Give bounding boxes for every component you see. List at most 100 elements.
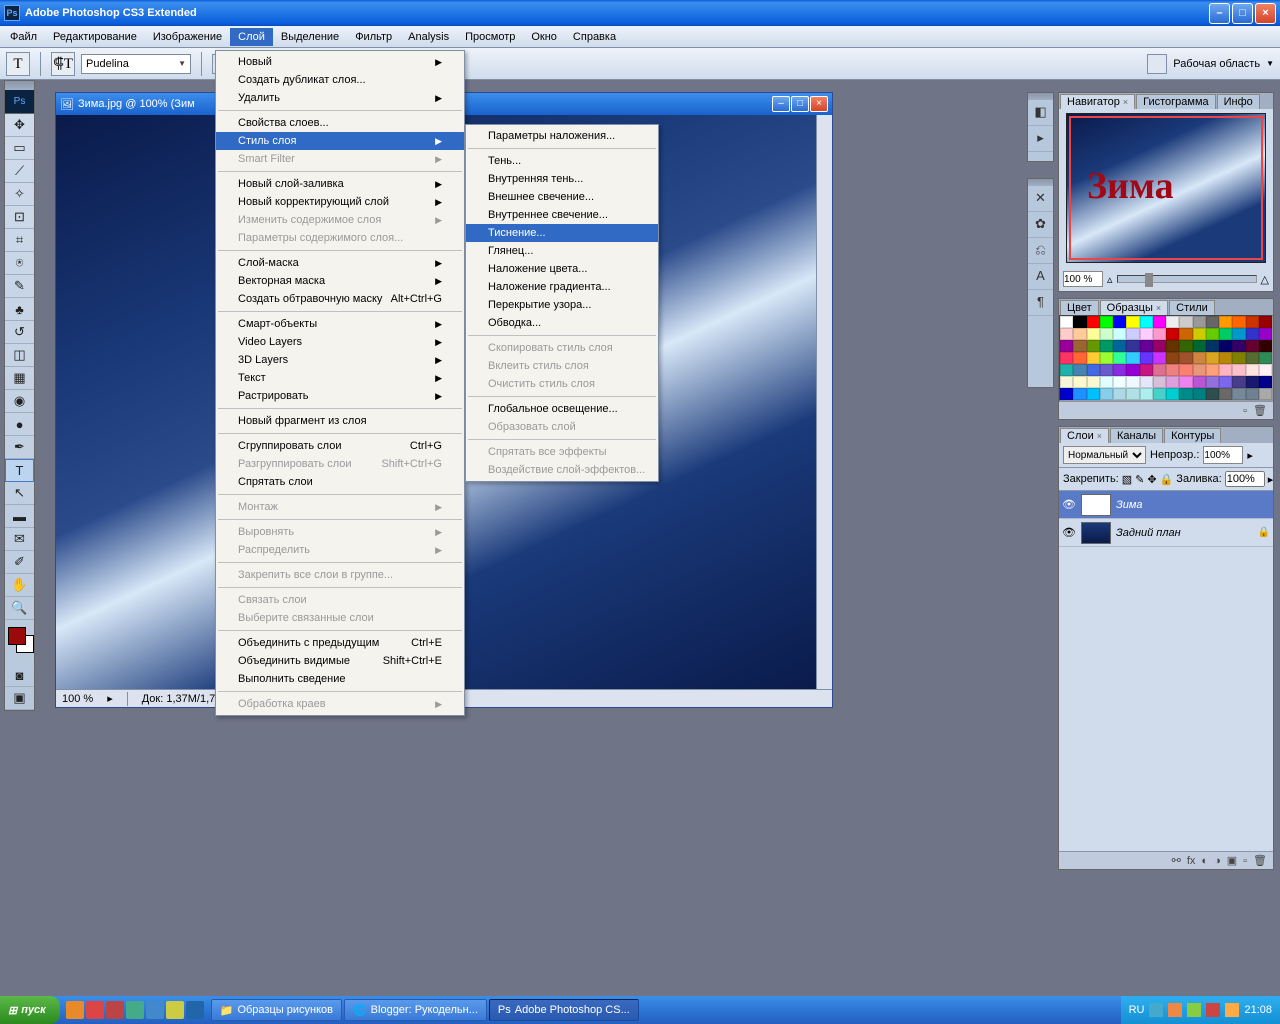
menu-item[interactable]: Сгруппировать слоиCtrl+G: [216, 437, 464, 455]
menu-item[interactable]: 3D Layers▶: [216, 351, 464, 369]
menu-item[interactable]: Наложение цвета...: [466, 260, 658, 278]
slice-tool[interactable]: ⌗: [5, 229, 34, 252]
swatch[interactable]: [1259, 328, 1272, 340]
magic-wand-tool[interactable]: ✧: [5, 183, 34, 206]
swatch[interactable]: [1219, 316, 1232, 328]
layer-thumbnail[interactable]: [1081, 522, 1111, 544]
layer-row[interactable]: 👁TЗима: [1059, 491, 1273, 519]
swatch[interactable]: [1246, 340, 1259, 352]
dock-icon[interactable]: ✿: [1028, 212, 1053, 238]
zoom-in-icon[interactable]: △: [1261, 273, 1269, 286]
swatch[interactable]: [1219, 388, 1232, 400]
menu-item[interactable]: Наложение градиента...: [466, 278, 658, 296]
layer-row[interactable]: 👁Задний план🔒: [1059, 519, 1273, 547]
swatch[interactable]: [1060, 316, 1073, 328]
swatch[interactable]: [1140, 352, 1153, 364]
swatch[interactable]: [1060, 352, 1073, 364]
panel-tab[interactable]: Инфо: [1217, 94, 1260, 109]
navigator-zoom-slider[interactable]: [1117, 275, 1257, 283]
adjustment-layer-button[interactable]: ◑: [1214, 855, 1221, 867]
menu-item[interactable]: Текст▶: [216, 369, 464, 387]
swatch[interactable]: [1259, 376, 1272, 388]
swatch[interactable]: [1179, 376, 1192, 388]
menu-item[interactable]: Тиснение...: [466, 224, 658, 242]
delete-layer-button[interactable]: 🗑: [1253, 854, 1267, 867]
swatch[interactable]: [1206, 388, 1219, 400]
tray-icon[interactable]: [1168, 1003, 1182, 1017]
swatch[interactable]: [1259, 388, 1272, 400]
menu-item[interactable]: Новый▶: [216, 53, 464, 71]
screenmode-toggle[interactable]: ▣: [5, 687, 34, 710]
swatch[interactable]: [1100, 352, 1113, 364]
swatch[interactable]: [1087, 352, 1100, 364]
panel-tab[interactable]: Слои×: [1060, 428, 1109, 443]
swatch[interactable]: [1232, 340, 1245, 352]
menu-item[interactable]: Параметры наложения...: [466, 127, 658, 145]
window-maximize-button[interactable]: □: [1232, 3, 1253, 24]
swatch[interactable]: [1126, 364, 1139, 376]
ql-icon[interactable]: [146, 1001, 164, 1019]
tray-icon[interactable]: [1187, 1003, 1201, 1017]
menu-item[interactable]: Новый фрагмент из слоя: [216, 412, 464, 430]
taskbar-button[interactable]: PsAdobe Photoshop CS...: [489, 999, 639, 1021]
swatch[interactable]: [1206, 340, 1219, 352]
swatch[interactable]: [1232, 316, 1245, 328]
lock-pixels-icon[interactable]: ✎: [1135, 473, 1144, 486]
menu-item[interactable]: Спрятать слои: [216, 473, 464, 491]
panel-tab[interactable]: Контуры: [1164, 428, 1221, 443]
swatch[interactable]: [1246, 388, 1259, 400]
swatch[interactable]: [1087, 364, 1100, 376]
swatch[interactable]: [1246, 376, 1259, 388]
quickmask-toggle[interactable]: ◙: [5, 664, 34, 687]
doc-maximize-button[interactable]: □: [791, 96, 809, 112]
menu-item[interactable]: Создать дубликат слоя...: [216, 71, 464, 89]
swatch[interactable]: [1246, 364, 1259, 376]
swatch[interactable]: [1153, 316, 1166, 328]
layer-name[interactable]: Зима: [1116, 499, 1143, 511]
swatch[interactable]: [1259, 364, 1272, 376]
panel-tab[interactable]: Цвет: [1060, 300, 1099, 315]
swatch[interactable]: [1060, 340, 1073, 352]
swatch[interactable]: [1193, 376, 1206, 388]
blend-mode-select[interactable]: Нормальный: [1063, 446, 1146, 464]
swatch[interactable]: [1246, 352, 1259, 364]
swatch[interactable]: [1166, 364, 1179, 376]
swatch[interactable]: [1179, 328, 1192, 340]
swatch[interactable]: [1073, 340, 1086, 352]
swatch[interactable]: [1246, 328, 1259, 340]
panel-tab[interactable]: Гистограмма: [1136, 94, 1216, 109]
menu-item[interactable]: Внешнее свечение...: [466, 188, 658, 206]
swatch[interactable]: [1140, 316, 1153, 328]
opacity-input[interactable]: [1203, 446, 1243, 464]
taskbar-button[interactable]: 📁Образцы рисунков: [211, 999, 342, 1021]
workspace-icon[interactable]: [1147, 54, 1167, 74]
swatch[interactable]: [1259, 352, 1272, 364]
swatch[interactable]: [1113, 388, 1126, 400]
swatch[interactable]: [1259, 340, 1272, 352]
panel-tab[interactable]: Каналы: [1110, 428, 1163, 443]
tray-icon[interactable]: [1206, 1003, 1220, 1017]
path-select-tool[interactable]: ↖: [5, 482, 34, 505]
swatch[interactable]: [1232, 364, 1245, 376]
swatch[interactable]: [1259, 316, 1272, 328]
swatch[interactable]: [1100, 316, 1113, 328]
menu-редактирование[interactable]: Редактирование: [45, 28, 145, 46]
history-brush-tool[interactable]: ↺: [5, 321, 34, 344]
swatch[interactable]: [1166, 388, 1179, 400]
ql-icon[interactable]: [186, 1001, 204, 1019]
swatch[interactable]: [1126, 388, 1139, 400]
swatch[interactable]: [1113, 364, 1126, 376]
swatch[interactable]: [1206, 376, 1219, 388]
swatch[interactable]: [1166, 328, 1179, 340]
window-minimize-button[interactable]: –: [1209, 3, 1230, 24]
foreground-color[interactable]: [8, 627, 26, 645]
swatch[interactable]: [1153, 352, 1166, 364]
swatch[interactable]: [1073, 388, 1086, 400]
swatch[interactable]: [1206, 364, 1219, 376]
menu-item[interactable]: Перекрытие узора...: [466, 296, 658, 314]
swatch[interactable]: [1113, 340, 1126, 352]
menu-item[interactable]: Объединить видимыеShift+Ctrl+E: [216, 652, 464, 670]
menu-item[interactable]: Слой-маска▶: [216, 254, 464, 272]
swatch[interactable]: [1219, 364, 1232, 376]
swatch[interactable]: [1087, 376, 1100, 388]
